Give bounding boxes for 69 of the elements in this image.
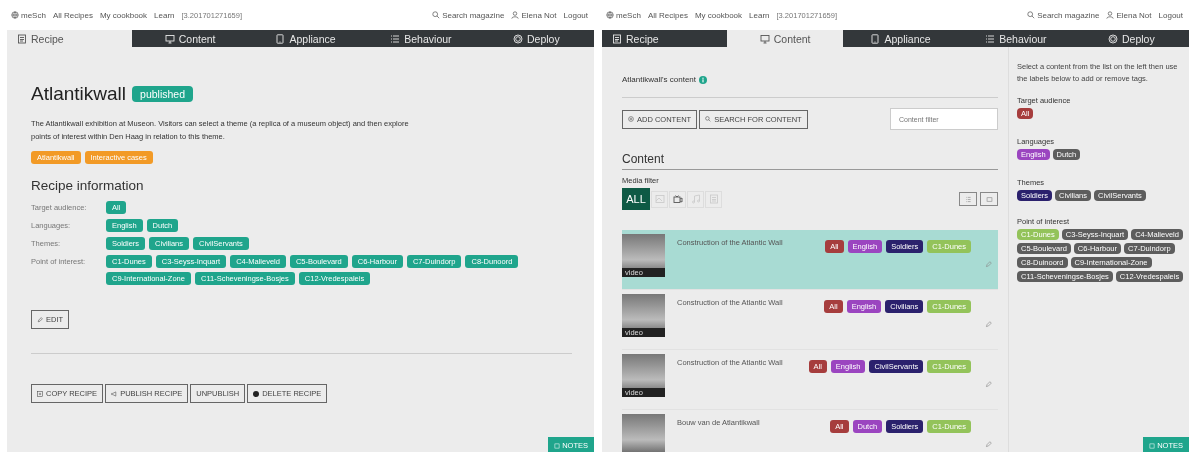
tab[interactable]: Recipe: [602, 30, 728, 47]
tab[interactable]: Recipe: [7, 30, 133, 47]
brand-logo[interactable]: meSch: [11, 10, 46, 20]
brand-logo[interactable]: meSch: [606, 10, 641, 20]
circle-icon: [1108, 33, 1118, 44]
nav-link[interactable]: Learn: [749, 10, 770, 20]
plus-icon: [628, 116, 634, 122]
user-link[interactable]: Elena Not: [511, 10, 557, 20]
card-icon: [985, 195, 993, 203]
user-link[interactable]: Elena Not: [1106, 10, 1152, 20]
pencil-icon: [37, 316, 43, 323]
video-camera-icon: [672, 194, 683, 204]
search-icon: [1027, 11, 1036, 19]
tab[interactable]: Appliance: [247, 30, 364, 47]
logout-link[interactable]: Logout: [1158, 10, 1183, 20]
pencil-icon: [985, 381, 992, 388]
text-document-icon: [708, 194, 719, 204]
tab[interactable]: Content: [132, 30, 248, 47]
status-badge: published: [132, 86, 193, 102]
tab[interactable]: Deploy: [478, 30, 594, 47]
megaphone-icon: [111, 390, 118, 397]
nav-link[interactable]: All Recipes: [647, 10, 688, 20]
all-filter-button[interactable]: ALL: [622, 188, 650, 210]
note-icon: [1149, 442, 1156, 449]
music-note-icon: [690, 194, 701, 204]
tab[interactable]: Content: [727, 30, 843, 47]
list-icon: [964, 195, 972, 203]
media-filter-button[interactable]: [669, 190, 686, 208]
content-title: Atlantikwall's content: [622, 75, 696, 84]
section-heading: Recipe information: [31, 178, 145, 193]
image-icon: [654, 194, 665, 204]
search-link[interactable]: Search magazine: [1027, 10, 1100, 20]
note-icon: [554, 442, 561, 449]
search-link[interactable]: Search magazine: [432, 10, 505, 20]
delete-icon: [253, 390, 260, 397]
list-icon: [985, 33, 996, 44]
document-icon: [17, 33, 27, 44]
list-icon: [390, 33, 401, 44]
pencil-icon: [985, 321, 992, 328]
photo-placeholder: [622, 414, 665, 452]
nav-link[interactable]: My cookbook: [99, 10, 148, 20]
list-view-button[interactable]: [959, 192, 977, 206]
circle-icon: [513, 33, 523, 44]
globe-icon: [11, 11, 19, 19]
tab[interactable]: Behaviour: [363, 30, 479, 47]
info-icon[interactable]: [699, 75, 707, 84]
nav-link[interactable]: My cookbook: [694, 10, 743, 20]
tab[interactable]: Appliance: [842, 30, 959, 47]
globe-icon: [606, 11, 614, 19]
logout-link[interactable]: Logout: [563, 10, 588, 20]
search-icon: [705, 116, 712, 122]
search-icon: [432, 11, 441, 19]
tab[interactable]: Deploy: [1073, 30, 1189, 47]
nav-link[interactable]: Learn: [154, 10, 175, 20]
user-icon: [511, 11, 520, 19]
tablet-icon: [275, 33, 286, 44]
content-heading: Content: [622, 152, 998, 170]
nav-link[interactable]: All Recipes: [52, 10, 93, 20]
monitor-icon: [759, 33, 770, 44]
plus-icon: [37, 390, 43, 397]
tablet-icon: [870, 33, 881, 44]
tab[interactable]: Behaviour: [958, 30, 1074, 47]
pencil-icon: [985, 441, 992, 448]
user-icon: [1106, 11, 1115, 19]
document-icon: [612, 33, 622, 44]
grid-view-button[interactable]: [980, 192, 998, 206]
pencil-icon: [985, 261, 992, 268]
recipe-title: Atlantikwall: [31, 83, 127, 105]
monitor-icon: [164, 33, 175, 44]
